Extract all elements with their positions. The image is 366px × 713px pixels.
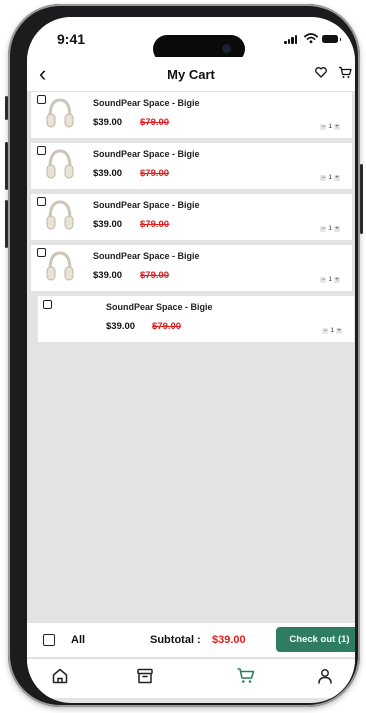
headphones-thumbnail [46, 251, 74, 281]
product-original-price: $79.00 [140, 168, 170, 179]
power-button [360, 164, 363, 234]
select-all-checkbox[interactable] [43, 634, 55, 646]
cart-footer: All Subtotal : $39.00 Check out (1) [27, 623, 355, 657]
product-name: SoundPear Space - Bigie [93, 251, 200, 261]
quantity-value: 1 [328, 174, 332, 181]
product-name: SoundPear Space - Bigie [106, 302, 213, 312]
cart-item[interactable]: SoundPear Space - Bigie $39.00 $79.00 − … [31, 194, 352, 240]
quantity-value: 1 [330, 327, 334, 334]
product-price: $39.00 [93, 117, 123, 128]
increment-button[interactable]: + [334, 123, 340, 130]
increment-button[interactable]: + [334, 174, 340, 181]
checkout-button[interactable]: Check out (1) [276, 627, 355, 652]
product-original-price: $79.00 [152, 321, 182, 332]
heart-icon[interactable] [315, 67, 327, 78]
cart-item[interactable]: SoundPear Space - Bigie $39.00 $79.00 − … [38, 296, 354, 342]
quantity-stepper: − 1 + [320, 225, 340, 232]
product-original-price: $79.00 [140, 219, 170, 230]
select-all-label: All [71, 634, 86, 646]
battery-icon [322, 35, 341, 43]
cart-item[interactable]: SoundPear Space - Bigie $39.00 $79.00 − … [31, 245, 352, 291]
product-price: $39.00 [93, 219, 123, 230]
increment-button[interactable]: + [334, 276, 340, 283]
product-name: SoundPear Space - Bigie [93, 98, 200, 108]
decrement-button[interactable]: − [320, 225, 327, 232]
product-price: $39.00 [106, 321, 136, 332]
status-time: 9:41 [57, 31, 86, 47]
tab-bar [27, 659, 355, 698]
decrement-button[interactable]: − [320, 123, 327, 130]
volume-up-button [5, 142, 8, 190]
item-checkbox[interactable] [43, 300, 52, 309]
decrement-button[interactable]: − [322, 327, 329, 334]
camera-dot [222, 44, 231, 53]
volume-down-button [5, 200, 8, 248]
quantity-value: 1 [328, 225, 332, 232]
phone-screen: 9:41 ‹ My Cart SoundPear Space - Bigie $… [27, 17, 355, 703]
decrement-button[interactable]: − [320, 174, 327, 181]
product-original-price: $79.00 [140, 270, 170, 281]
cart-icon[interactable] [338, 66, 352, 79]
subtotal-label: Subtotal : [150, 634, 201, 646]
home-icon[interactable] [51, 667, 69, 685]
product-original-price: $79.00 [140, 117, 170, 128]
increment-button[interactable]: + [334, 225, 340, 232]
headphones-thumbnail [46, 200, 74, 230]
increment-button[interactable]: + [336, 327, 342, 334]
quantity-value: 1 [328, 123, 332, 130]
mute-switch [5, 96, 8, 120]
product-price: $39.00 [93, 168, 123, 179]
quantity-stepper: − 1 + [320, 123, 340, 130]
wifi-icon [304, 33, 318, 44]
decrement-button[interactable]: − [320, 276, 327, 283]
quantity-value: 1 [328, 276, 332, 283]
headphones-thumbnail [46, 98, 74, 128]
header-bar: ‹ My Cart [27, 57, 355, 91]
cart-icon[interactable] [236, 667, 256, 685]
quantity-stepper: − 1 + [320, 174, 340, 181]
subtotal-value: $39.00 [212, 634, 246, 646]
signal-icon [284, 35, 297, 44]
headphones-thumbnail [46, 149, 74, 179]
product-price: $39.00 [93, 270, 123, 281]
archive-icon[interactable] [136, 667, 154, 685]
page-title: My Cart [167, 67, 215, 82]
quantity-stepper: − 1 + [322, 327, 342, 334]
product-name: SoundPear Space - Bigie [93, 149, 200, 159]
profile-icon[interactable] [316, 667, 334, 685]
quantity-stepper: − 1 + [320, 276, 340, 283]
product-name: SoundPear Space - Bigie [93, 200, 200, 210]
cart-item[interactable]: SoundPear Space - Bigie $39.00 $79.00 − … [31, 143, 352, 189]
cart-item[interactable]: SoundPear Space - Bigie $39.00 $79.00 − … [31, 92, 352, 138]
status-bar: 9:41 [27, 17, 355, 63]
